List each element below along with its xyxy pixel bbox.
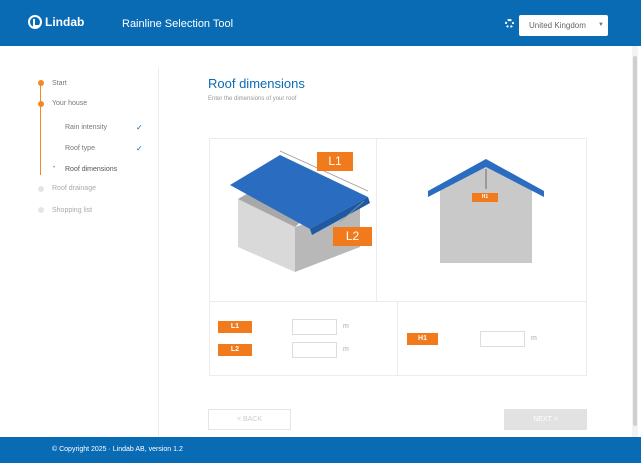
top-bar: Lindab Rainline Selection Tool United Ki…	[0, 0, 641, 46]
step-start[interactable]: Start	[52, 80, 67, 87]
step-shopping-list: Shopping list	[52, 207, 93, 214]
panel-divider	[376, 139, 377, 301]
step-roof-drainage-dot	[38, 186, 44, 192]
scrollbar-thumb[interactable]	[633, 56, 637, 426]
l1-input[interactable]	[292, 319, 337, 335]
copyright-text: © Copyright 2025 · Lindab AB, version 1.…	[52, 446, 183, 453]
lindab-logo[interactable]: Lindab	[28, 15, 84, 29]
step-shopping-list-dot	[38, 207, 44, 213]
h1-diagram-tag: H1	[472, 193, 498, 202]
step-your-house[interactable]: Your house	[52, 100, 87, 107]
check-icon: ✓	[136, 123, 143, 132]
l1-unit: m	[343, 323, 349, 330]
scrollbar[interactable]	[632, 46, 638, 437]
step-rain-intensity[interactable]: Rain intensity	[65, 124, 107, 131]
panel-divider	[397, 302, 398, 375]
l2-unit: m	[343, 346, 349, 353]
l1-field-label: L1	[218, 321, 252, 333]
country-select[interactable]: United Kingdom ▼	[519, 15, 608, 36]
back-button[interactable]: < BACK	[208, 409, 291, 430]
progress-line	[40, 83, 41, 175]
brand-name: Lindab	[45, 15, 85, 29]
step-start-dot	[38, 80, 44, 86]
chevron-down-icon: ▼	[598, 22, 604, 28]
house-front-illustration	[428, 159, 544, 263]
step-roof-dimensions[interactable]: Roof dimensions	[65, 166, 117, 173]
step-roof-type[interactable]: Roof type	[65, 145, 95, 152]
step-your-house-dot	[38, 101, 44, 107]
h1-field-label: H1	[407, 333, 438, 345]
l2-input[interactable]	[292, 342, 337, 358]
country-select-value: United Kingdom	[529, 21, 586, 30]
l2-diagram-tag: L2	[333, 227, 372, 246]
page-subtitle: Enter the dimensions of your roof	[208, 96, 297, 102]
step-roof-drainage: Roof drainage	[52, 185, 96, 192]
gear-icon[interactable]	[505, 19, 514, 28]
page-title: Roof dimensions	[208, 76, 305, 91]
check-icon: ✓	[136, 144, 143, 153]
h1-input[interactable]	[480, 331, 525, 347]
footer: © Copyright 2025 · Lindab AB, version 1.…	[0, 437, 641, 463]
lindab-logo-icon	[28, 15, 42, 29]
dimensions-panel: L1 L2 H1 L1 m L2 m H1 m	[209, 138, 587, 376]
panel-divider	[210, 301, 586, 302]
h1-unit: m	[531, 335, 537, 342]
l2-field-label: L2	[218, 344, 252, 356]
sidebar-divider	[158, 68, 159, 436]
next-button[interactable]: NEXT >	[504, 409, 587, 430]
app-title: Rainline Selection Tool	[122, 18, 234, 30]
current-step-marker-icon: •	[53, 165, 56, 171]
l1-diagram-tag: L1	[317, 152, 353, 171]
